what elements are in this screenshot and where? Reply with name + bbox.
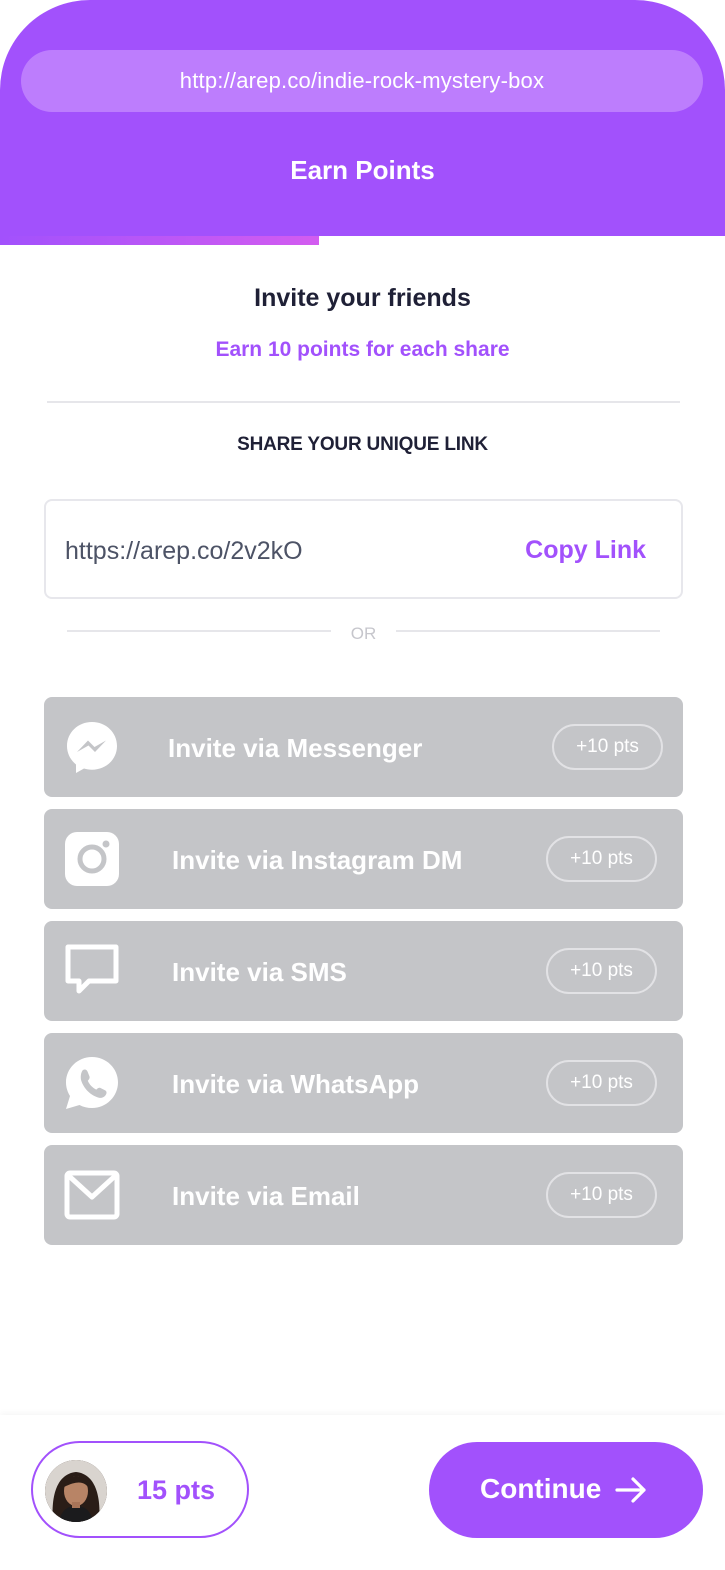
whatsapp-icon (64, 1055, 120, 1111)
unique-link-box: https://arep.co/2v2kO Copy Link (44, 499, 683, 599)
invite-sms-label: Invite via SMS (172, 957, 347, 987)
points-badge: +10 pts (552, 724, 663, 770)
progress-bar (0, 236, 725, 245)
user-points: 15 pts (137, 1475, 216, 1505)
url-bar[interactable]: http://arep.co/indie-rock-mystery-box (21, 50, 703, 112)
share-heading: SHARE YOUR UNIQUE LINK (237, 434, 488, 455)
invite-whatsapp-button[interactable]: Invite via WhatsApp +10 pts (44, 1033, 683, 1133)
progress-fill (0, 236, 319, 245)
divider (47, 401, 680, 403)
points-badge: +10 pts (546, 1172, 657, 1218)
invite-sms-button[interactable]: Invite via SMS +10 pts (44, 921, 683, 1021)
invite-email-label: Invite via Email (172, 1181, 360, 1211)
points-badge: +10 pts (546, 1060, 657, 1106)
invite-email-button[interactable]: Invite via Email +10 pts (44, 1145, 683, 1245)
invite-whatsapp-label: Invite via WhatsApp (172, 1069, 420, 1099)
invite-instagram-label: Invite via Instagram DM (172, 845, 463, 875)
or-divider-left (67, 630, 331, 632)
or-label: OR (350, 624, 377, 643)
points-badge: +10 pts (546, 948, 657, 994)
invite-subtitle: Earn 10 points for each share (215, 338, 510, 361)
email-icon (64, 1167, 120, 1223)
invite-instagram-button[interactable]: Invite via Instagram DM +10 pts (44, 809, 683, 909)
continue-button[interactable]: Continue (429, 1442, 703, 1538)
sms-icon (64, 943, 120, 999)
or-divider-right (396, 630, 660, 632)
invite-messenger-button[interactable]: Invite via Messenger +10 pts (44, 697, 683, 797)
points-badge: +10 pts (546, 836, 657, 882)
invite-messenger-label: Invite via Messenger (168, 733, 423, 763)
instagram-icon (64, 831, 120, 887)
copy-link-button[interactable]: Copy Link (525, 536, 646, 565)
arrow-right-icon (615, 1477, 647, 1503)
header: http://arep.co/indie-rock-mystery-box Ea… (0, 0, 725, 236)
avatar (45, 1460, 107, 1522)
footer: 15 pts Continue (0, 1415, 725, 1570)
url-text: http://arep.co/indie-rock-mystery-box (179, 68, 545, 93)
unique-link-text[interactable]: https://arep.co/2v2kO (65, 537, 303, 566)
messenger-icon (64, 719, 120, 775)
invite-title: Invite your friends (254, 284, 471, 312)
continue-label: Continue (480, 1473, 602, 1504)
page-title: Earn Points (290, 155, 435, 185)
user-points-pill[interactable]: 15 pts (31, 1441, 249, 1538)
